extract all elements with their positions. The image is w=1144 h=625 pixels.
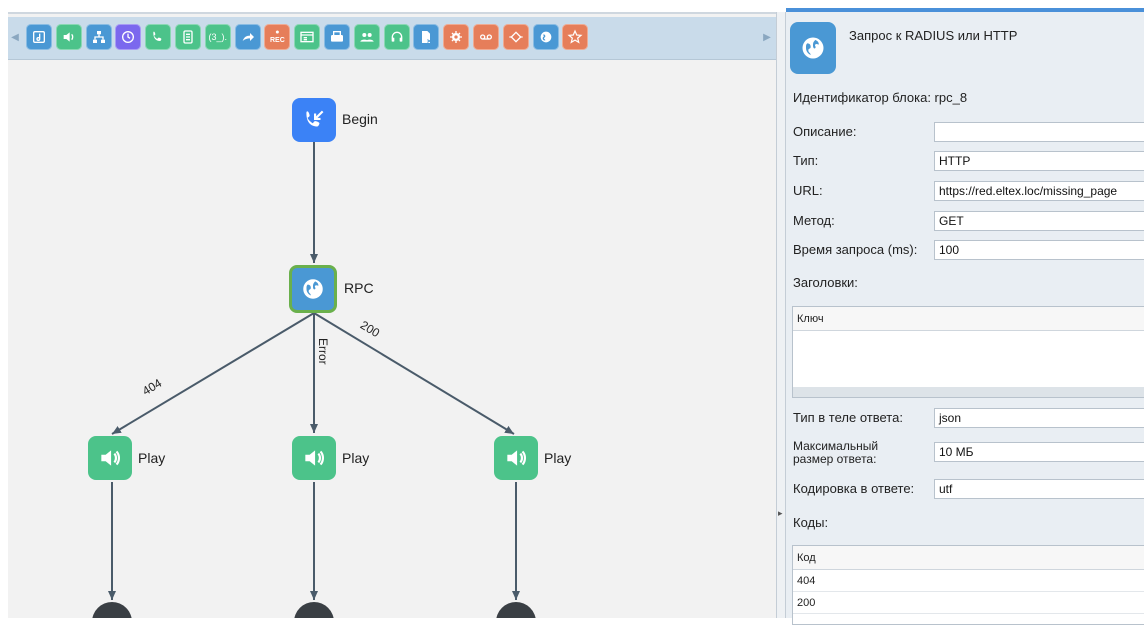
form-icon — [180, 29, 196, 45]
toolbar-rec-button[interactable]: ● REC — [264, 24, 291, 50]
phone-icon — [150, 29, 166, 45]
toolbar-phone-button[interactable] — [145, 24, 172, 50]
edges-layer — [92, 142, 536, 618]
toolbar-window-button[interactable] — [294, 24, 321, 50]
begin-label: Begin — [342, 111, 378, 127]
toolbar-users-button[interactable] — [353, 24, 380, 50]
incoming-call-icon — [306, 110, 324, 127]
description-label: Описание: — [793, 124, 857, 139]
fax-icon — [329, 29, 345, 45]
toolbar-fax-button[interactable] — [324, 24, 350, 50]
star-icon — [567, 29, 583, 45]
max-size-label: Максимальный размер ответа: — [793, 440, 878, 466]
play-label-1: Play — [138, 450, 166, 466]
toolbar-voicemail-button[interactable] — [473, 24, 499, 50]
toolbar-globe-button[interactable] — [532, 24, 559, 50]
globe-icon — [303, 279, 323, 299]
description-field[interactable] — [934, 122, 1144, 142]
speaker-icon — [305, 450, 325, 466]
headers-col-key[interactable]: Ключ — [793, 307, 1144, 331]
speaker-icon — [507, 450, 527, 466]
properties-panel: Запрос к RADIUS или HTTP Идентификатор б… — [786, 12, 1144, 625]
encoding-label: Кодировка в ответе: — [793, 481, 915, 496]
encoding-select[interactable]: utf — [934, 479, 1144, 499]
play-node-2[interactable] — [292, 436, 336, 480]
codes-label: Коды: — [793, 515, 829, 530]
toolbar-clock-button[interactable] — [115, 24, 142, 50]
toolbar-forward-button[interactable] — [234, 24, 261, 50]
panel-title: Запрос к RADIUS или HTTP — [849, 28, 1018, 43]
speaker-icon — [61, 29, 77, 45]
timeout-field[interactable]: 100 — [934, 240, 1144, 260]
method-select[interactable]: GET — [934, 211, 1144, 231]
toolbar-speaker-button[interactable] — [55, 24, 82, 50]
next-node-1[interactable] — [92, 602, 132, 618]
forward-icon — [240, 29, 256, 45]
codes-col-code[interactable]: Код — [793, 546, 1144, 570]
next-node-3[interactable] — [496, 602, 536, 618]
play-node-1[interactable] — [88, 436, 132, 480]
toolbar-form-button[interactable] — [175, 24, 201, 50]
rec-icon: ● REC — [270, 29, 285, 44]
toolbar-gear-button[interactable] — [443, 24, 470, 50]
window-icon — [299, 29, 315, 45]
table-row[interactable]: 404 — [793, 570, 1144, 592]
toolbar-headset-button[interactable] — [383, 24, 410, 50]
toolbar-dialtext-button[interactable]: (3_). — [204, 24, 231, 50]
url-field[interactable]: https://red.eltex.loc/missing_page — [934, 181, 1144, 201]
max-size-label-line2: размер ответа: — [793, 452, 877, 466]
toolbar-music-button[interactable] — [26, 24, 52, 50]
document-icon — [418, 29, 434, 45]
toolbar-scroll-right[interactable]: ▶ — [762, 29, 772, 47]
block-toolbar: ◀ (3_). ● REC ▶ — [8, 17, 776, 60]
toolbar-scroll-left[interactable]: ◀ — [10, 29, 20, 47]
toolbar-document-button[interactable] — [413, 24, 440, 50]
users-icon — [359, 29, 375, 45]
rpc-label: RPC — [344, 280, 374, 296]
codes-grid: Код 404 200 — [792, 545, 1144, 625]
music-icon — [31, 29, 47, 45]
toolbar-condition-button[interactable] — [502, 24, 529, 50]
condition-icon — [508, 29, 524, 45]
table-row[interactable]: 200 — [793, 592, 1144, 614]
network-icon — [91, 29, 107, 45]
begin-node[interactable] — [292, 98, 336, 142]
play-label-3: Play — [544, 450, 572, 466]
headers-grid: Ключ — [792, 306, 1144, 398]
headers-label: Заголовки: — [793, 275, 858, 290]
panel-splitter[interactable]: ▸ — [776, 12, 786, 618]
block-id-label: Идентификатор блока: rpc_8 — [793, 90, 968, 105]
url-label: URL: — [793, 183, 823, 198]
edge-label-error: Error — [316, 338, 330, 365]
voicemail-icon — [478, 29, 494, 45]
collapse-arrow-icon[interactable]: ▸ — [778, 508, 783, 519]
edge-rpc-play1[interactable] — [111, 312, 315, 435]
edge-rpc-play3[interactable] — [313, 312, 515, 435]
gear-icon — [448, 29, 464, 45]
body-type-select[interactable]: json — [934, 408, 1144, 428]
play-label-2: Play — [342, 450, 370, 466]
globe-icon — [538, 29, 554, 45]
body-type-label: Тип в теле ответа: — [793, 410, 903, 425]
timeout-label: Время запроса (ms): — [793, 242, 918, 257]
rpc-node[interactable] — [289, 265, 337, 313]
dialtext-icon: (3_). — [208, 32, 228, 42]
toolbar-star-button[interactable] — [562, 24, 589, 50]
toolbar-network-button[interactable] — [85, 24, 112, 50]
max-size-select[interactable]: 10 МБ — [934, 442, 1144, 462]
headset-icon — [389, 29, 405, 45]
headers-scrollbar[interactable] — [793, 387, 1144, 397]
clock-icon — [120, 29, 136, 45]
flow-canvas: Begin RPC 404 Error 200 Play Play Play — [8, 60, 776, 618]
globe-icon — [790, 22, 836, 74]
next-node-2[interactable] — [294, 602, 334, 618]
type-label: Тип: — [793, 153, 819, 168]
method-label: Метод: — [793, 213, 835, 228]
speaker-icon — [101, 450, 121, 466]
play-node-3[interactable] — [494, 436, 538, 480]
type-select[interactable]: HTTP — [934, 151, 1144, 171]
